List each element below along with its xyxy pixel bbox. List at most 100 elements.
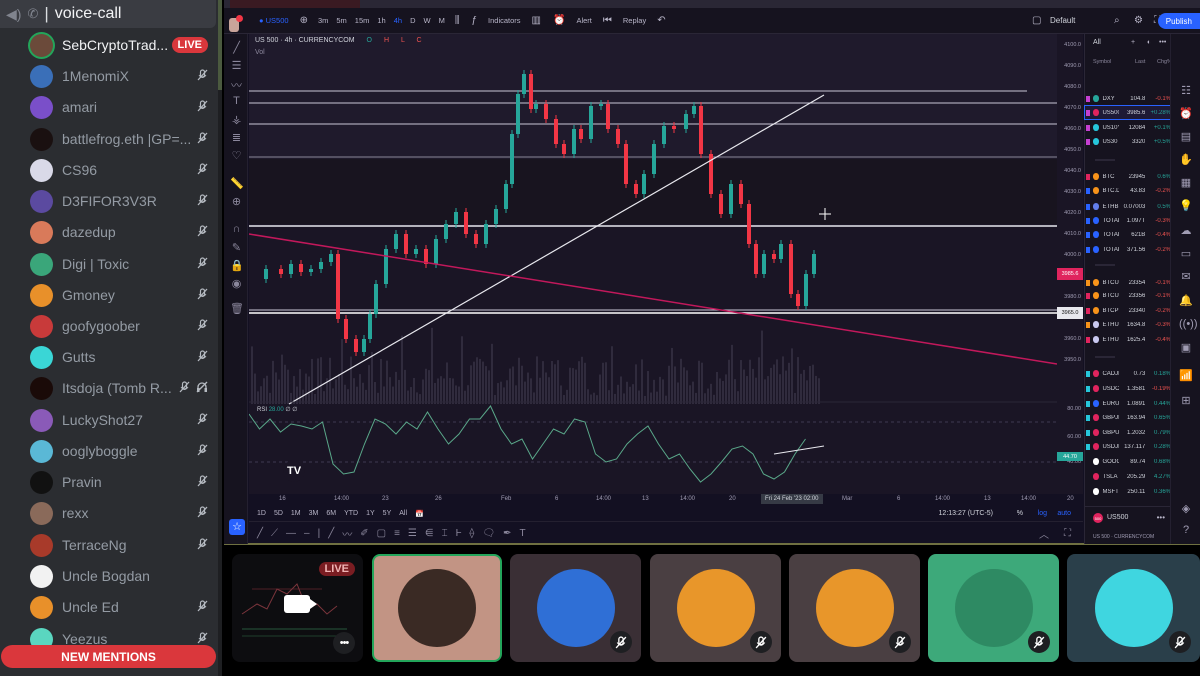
maximize-icon[interactable]: ⛶ [1064, 528, 1071, 539]
settings-icon[interactable]: ⚙ [1134, 15, 1143, 26]
flag-marker[interactable] [1086, 124, 1090, 131]
watchlist-title[interactable]: All [1093, 39, 1101, 46]
price-axis[interactable]: 4100.0 4090.0 4080.0 4070.0 4060.0 4050.0 4040… [1057, 34, 1083, 494]
range-5y[interactable]: 5Y [383, 510, 392, 517]
member-item[interactable]: TerraceNg [30, 531, 214, 559]
watchlist-row[interactable]: DXY 104.8 -0.1% [1085, 92, 1171, 105]
new-mentions-button[interactable]: NEW MENTIONS [1, 645, 216, 668]
flag-marker[interactable] [1086, 385, 1090, 392]
range-3m[interactable]: 3M [309, 510, 319, 517]
range-1y[interactable]: 1Y [366, 510, 375, 517]
search-icon[interactable]: ⌕ [1114, 15, 1120, 26]
watchlist-row[interactable]: BTCUSD 23354 -0.1% [1085, 276, 1171, 289]
path-icon[interactable]: 〰 [342, 526, 352, 541]
parallel-channel-icon[interactable]: ≡ [394, 528, 400, 539]
watchlist-section[interactable] [1095, 264, 1115, 266]
participant-tile[interactable] [510, 554, 641, 662]
watchlist-row[interactable]: GBPJPY 163.94 0.65% [1085, 411, 1171, 424]
participant-tile[interactable] [372, 554, 502, 662]
order-panel-icon[interactable]: ⊞ [1179, 394, 1193, 407]
ideas-icon[interactable]: 💡 [1179, 199, 1193, 212]
member-item[interactable]: 1MenomiX [30, 62, 214, 90]
range-all[interactable]: All [399, 510, 407, 517]
layers-icon[interactable]: ◈ [1179, 502, 1193, 515]
vertical-line-icon[interactable]: | [318, 528, 321, 539]
interval-15m[interactable]: 15m [355, 16, 370, 25]
layout-icon[interactable]: ▥ [532, 15, 541, 26]
flag-marker[interactable] [1086, 231, 1090, 238]
range-1d[interactable]: 1D [257, 510, 266, 517]
interval-3m[interactable]: 3m [318, 16, 328, 25]
watchlist-row[interactable]: US30 3320 +0.5% [1085, 135, 1171, 148]
watchlist-row[interactable]: EURUSD 1.0891 0.44% [1085, 397, 1171, 410]
date-range-icon[interactable]: ⌶ [442, 528, 448, 539]
member-item[interactable]: ooglyboggle [30, 437, 214, 465]
sidebar-scrollbar[interactable] [218, 0, 222, 676]
chart-canvas[interactable] [249, 34, 1057, 494]
watchlist-row[interactable]: MSFT 250.11 0.36% [1085, 485, 1171, 498]
member-item[interactable]: Uncle Ed [30, 593, 214, 621]
watchlist-row[interactable]: ETHUSD 1634.8 -0.3% [1085, 318, 1171, 331]
alert-button[interactable]: Alert [576, 16, 591, 25]
flag-marker[interactable] [1086, 459, 1090, 465]
more-icon[interactable]: ••• [1159, 39, 1166, 46]
interval-D[interactable]: D [410, 16, 415, 25]
price-chart[interactable]: US 500 · 4h · CURRENCYCOM O H L C Vol RS… [249, 34, 1057, 494]
flag-marker[interactable] [1086, 370, 1090, 377]
flag-marker[interactable] [1086, 187, 1090, 194]
horizontal-line-icon[interactable]: — [286, 528, 296, 539]
flag-marker[interactable] [1086, 400, 1090, 407]
chat-icon[interactable]: ☁ [1179, 224, 1193, 237]
horizontal-ray-icon[interactable]: – [304, 528, 310, 539]
layout-name[interactable]: Default [1050, 16, 1075, 25]
pattern-tool-icon[interactable]: 〰 [230, 77, 243, 93]
alerts-icon[interactable]: ⏰ [1179, 107, 1193, 120]
flag-marker[interactable] [1086, 109, 1090, 116]
signal-icon[interactable]: ((•)) [1179, 318, 1198, 330]
watchlist-section[interactable] [1095, 356, 1115, 358]
user-avatar[interactable] [229, 15, 243, 32]
help-icon[interactable]: ? [1179, 524, 1193, 536]
flag-marker[interactable] [1086, 217, 1090, 224]
calendar-icon[interactable]: ▦ [1179, 176, 1193, 189]
fib-tool-icon[interactable]: ☰ [230, 59, 243, 72]
auto-scale-toggle[interactable]: auto [1057, 510, 1071, 517]
candles-icon[interactable]: ⫼ [455, 15, 460, 26]
time-axis[interactable]: 16 14:00 23 26 Feb 6 14:00 13 14:00 20 6 14:00 13 14:… [249, 494, 1083, 506]
watchlist-row[interactable]: TOTAL3 371.56 -0.2% [1085, 243, 1171, 256]
member-item[interactable]: SebCryptoTrad... LIVE [30, 31, 214, 59]
publish-button[interactable]: Publish [1157, 13, 1200, 29]
trendline-icon[interactable]: ╱ [257, 528, 263, 539]
more-options-button[interactable]: ••• [333, 632, 355, 654]
flag-marker[interactable] [1086, 429, 1090, 436]
flag-marker[interactable] [1086, 279, 1090, 286]
rectangle-icon[interactable]: ▢ [377, 528, 386, 539]
member-item[interactable]: Gmoney [30, 281, 214, 309]
flag-marker[interactable] [1086, 307, 1090, 314]
callout-icon[interactable]: 🗨 [482, 528, 495, 539]
go-to-date-icon[interactable]: 📅 [415, 510, 424, 518]
watchlist-row[interactable]: TOTAL2 621B -0.4% [1085, 228, 1171, 241]
add-symbol-icon[interactable]: + [1131, 39, 1135, 46]
pen-icon[interactable]: ✒ [503, 528, 511, 539]
flag-marker[interactable] [1086, 203, 1090, 210]
data-window-icon[interactable]: ▤ [1179, 130, 1193, 143]
broadcast-icon[interactable]: 📶 [1179, 369, 1193, 382]
member-item[interactable]: Uncle Bogdan [30, 562, 214, 590]
watchlist-row[interactable]: BTC 23945 0.6% [1085, 170, 1171, 183]
watchlist-icon[interactable]: ☷ [1179, 84, 1193, 97]
range-5d[interactable]: 5D [274, 510, 283, 517]
streams-icon[interactable]: ▭ [1179, 247, 1193, 260]
range-1m[interactable]: 1M [291, 510, 301, 517]
tradingview-logo[interactable]: TV [283, 460, 305, 482]
flag-marker[interactable] [1086, 321, 1090, 328]
flag-marker[interactable] [1086, 95, 1090, 102]
col-symbol[interactable]: Symbol [1093, 59, 1111, 65]
news-icon[interactable]: ▣ [1179, 341, 1193, 354]
percent-scale-toggle[interactable]: % [1017, 510, 1023, 517]
interval-1h[interactable]: 1h [377, 16, 385, 25]
notifications-icon[interactable]: 🔔 [1179, 294, 1193, 307]
projection-icon[interactable]: ⟠ [469, 528, 474, 539]
member-item[interactable]: LuckyShot27 [30, 406, 214, 434]
fib-icon[interactable]: ☰ [408, 528, 417, 539]
